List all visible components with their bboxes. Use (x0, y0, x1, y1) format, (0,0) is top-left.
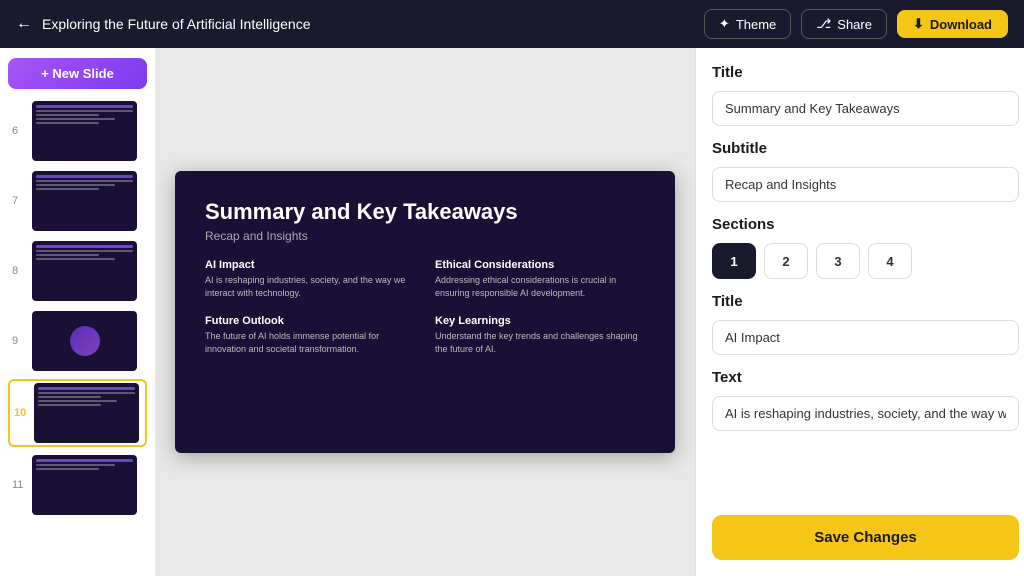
slide-thumbnail-11 (32, 455, 137, 515)
header-right: ✦ Theme ⎇ Share ⬇ Download (704, 9, 1008, 39)
subtitle-input[interactable] (712, 167, 1019, 202)
section-text-input[interactable] (712, 396, 1019, 431)
slide-number-8: 8 (12, 265, 26, 277)
slide-section-4: Key Learnings Understand the key trends … (435, 315, 645, 355)
section-button-2[interactable]: 2 (764, 243, 808, 279)
title-label: Title (712, 64, 1019, 81)
slide-section-1: AI Impact AI is reshaping industries, so… (205, 259, 415, 299)
share-button[interactable]: ⎇ Share (801, 9, 887, 39)
sidebar: + New Slide 6 7 (0, 48, 155, 576)
slide-thumbnail-8 (32, 241, 137, 301)
slide-item-11[interactable]: 11 (8, 453, 147, 517)
slide-thumbnail-6 (32, 101, 137, 161)
sections-label: Sections (712, 216, 1019, 233)
right-panel: Title Subtitle Sections 1 2 3 4 Title Te… (695, 48, 1024, 576)
new-slide-button[interactable]: + New Slide (8, 58, 147, 89)
slide-item-10[interactable]: 10 (8, 379, 147, 447)
slide-number-9: 9 (12, 335, 26, 347)
header-left: ← Exploring the Future of Artificial Int… (16, 15, 310, 33)
slide-section-3: Future Outlook The future of AI holds im… (205, 315, 415, 355)
panel-sections-section: Sections 1 2 3 4 (712, 216, 1019, 279)
share-icon: ⎇ (816, 16, 831, 32)
section-text-label: Text (712, 369, 1019, 386)
slide-number-6: 6 (12, 125, 26, 137)
presentation-title: Exploring the Future of Artificial Intel… (42, 16, 310, 32)
slide-number-11: 11 (12, 479, 26, 491)
slide-number-7: 7 (12, 195, 26, 207)
section-title-input[interactable] (712, 320, 1019, 355)
slide-item-6[interactable]: 6 (8, 99, 147, 163)
canvas-area: Summary and Key Takeaways Recap and Insi… (155, 48, 695, 576)
save-changes-button[interactable]: Save Changes (712, 515, 1019, 560)
slide-thumbnail-7 (32, 171, 137, 231)
back-icon[interactable]: ← (16, 15, 32, 33)
download-button[interactable]: ⬇ Download (897, 10, 1008, 38)
panel-title-section: Title (712, 64, 1019, 126)
slide-item-9[interactable]: 9 (8, 309, 147, 373)
slide-thumbnail-10 (34, 383, 139, 443)
download-icon: ⬇ (913, 16, 924, 32)
title-input[interactable] (712, 91, 1019, 126)
theme-button[interactable]: ✦ Theme (704, 9, 791, 39)
slide-main-subtitle: Recap and Insights (205, 229, 645, 243)
section-buttons-row: 1 2 3 4 (712, 243, 1019, 279)
header: ← Exploring the Future of Artificial Int… (0, 0, 1024, 48)
slide-thumbnail-9 (32, 311, 137, 371)
slide-number-10: 10 (14, 407, 28, 419)
slide-canvas: Summary and Key Takeaways Recap and Insi… (175, 171, 675, 453)
panel-section-text-section: Text (712, 369, 1019, 431)
section-button-4[interactable]: 4 (868, 243, 912, 279)
subtitle-label: Subtitle (712, 140, 1019, 157)
panel-section-title-section: Title (712, 293, 1019, 355)
section-title-label: Title (712, 293, 1019, 310)
panel-subtitle-section: Subtitle (712, 140, 1019, 202)
slide-main-title: Summary and Key Takeaways (205, 199, 645, 225)
slide-section-2: Ethical Considerations Addressing ethica… (435, 259, 645, 299)
slide-content-grid: AI Impact AI is reshaping industries, so… (205, 259, 645, 355)
section-button-1[interactable]: 1 (712, 243, 756, 279)
slide-item-7[interactable]: 7 (8, 169, 147, 233)
main-layout: + New Slide 6 7 (0, 48, 1024, 576)
theme-icon: ✦ (719, 16, 730, 32)
section-button-3[interactable]: 3 (816, 243, 860, 279)
slide-item-8[interactable]: 8 (8, 239, 147, 303)
